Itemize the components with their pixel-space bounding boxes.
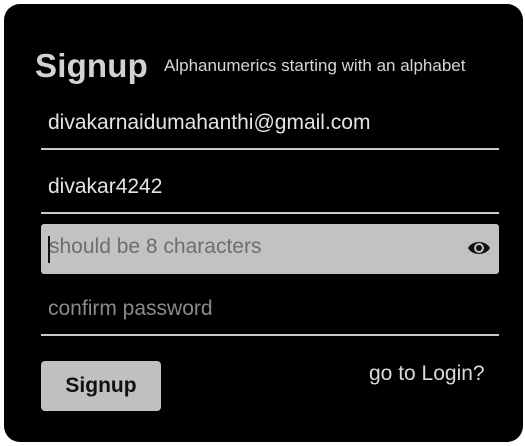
login-link[interactable]: go to Login? — [369, 362, 485, 386]
username-value: divakar4242 — [48, 175, 163, 198]
password-placeholder: should be 8 characters — [49, 235, 262, 258]
confirm-password-placeholder: confirm password — [48, 297, 213, 320]
signup-header: Signup Alphanumerics starting with an al… — [35, 44, 505, 92]
signup-button[interactable]: Signup — [41, 361, 161, 411]
email-field[interactable]: divakarnaidumahanthi@gmail.com — [41, 100, 499, 150]
signup-card: Signup Alphanumerics starting with an al… — [4, 4, 523, 442]
page-title: Signup — [35, 47, 149, 84]
confirm-password-field[interactable]: confirm password — [41, 286, 499, 336]
email-value: divakarnaidumahanthi@gmail.com — [48, 111, 371, 134]
eye-icon[interactable] — [467, 238, 491, 258]
username-hint: Alphanumerics starting with an alphabet — [164, 56, 466, 75]
username-field[interactable]: divakar4242 — [41, 164, 499, 214]
password-field[interactable]: should be 8 characters — [41, 224, 499, 274]
